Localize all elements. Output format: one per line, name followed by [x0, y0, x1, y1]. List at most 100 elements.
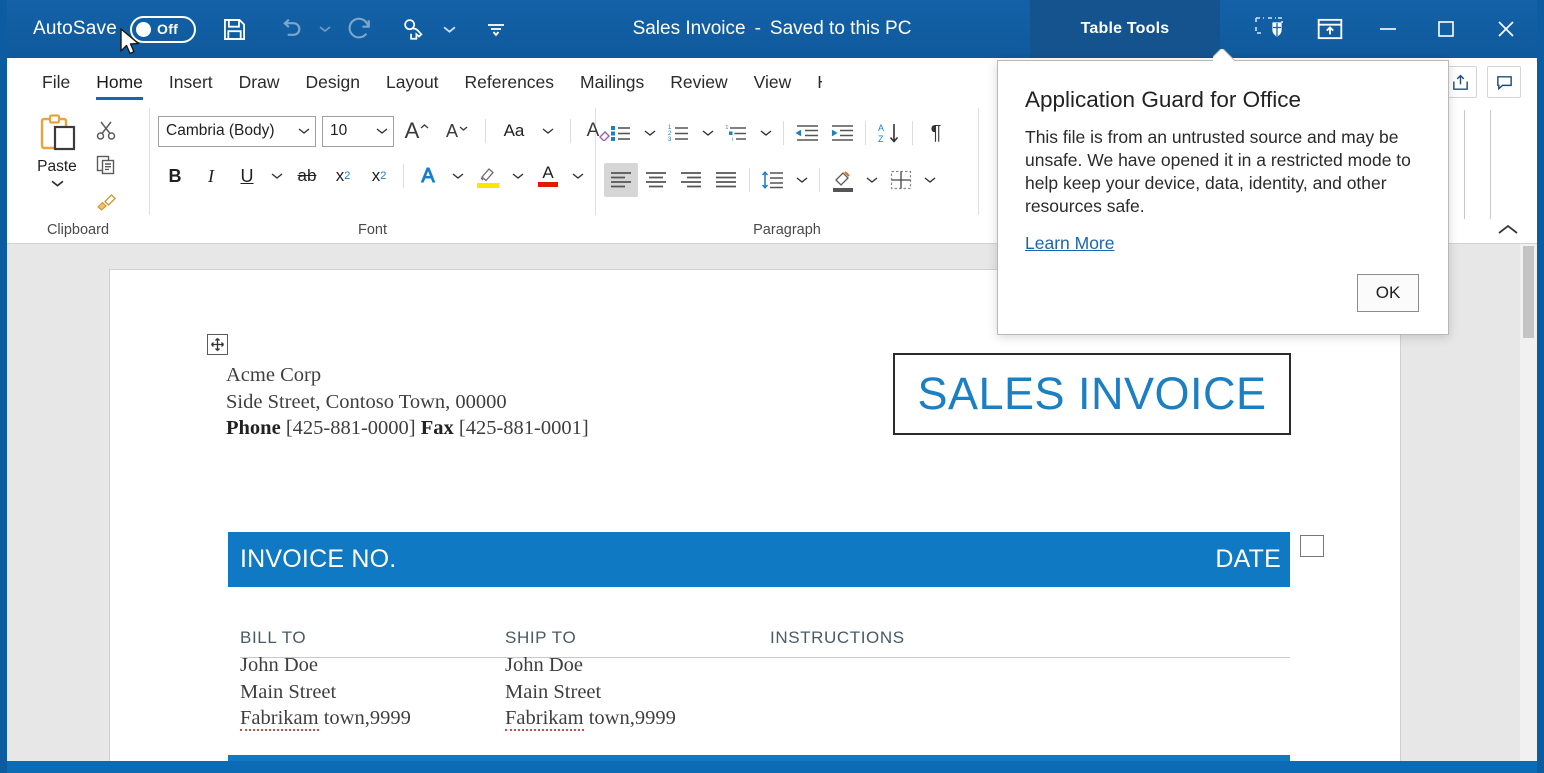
undo-icon[interactable]	[268, 7, 312, 51]
bold-button[interactable]: B	[158, 159, 192, 193]
text-highlight-color-button[interactable]	[471, 159, 505, 193]
application-guard-dialog[interactable]: Application Guard for Office This file i…	[997, 60, 1449, 335]
phone-value: [425-881-0000]	[285, 417, 416, 439]
ship-to-city-line: Fabrikam town,9999	[505, 705, 770, 732]
font-name-chevron-down-icon	[298, 128, 310, 134]
invoice-title-box[interactable]: SALES INVOICE	[893, 353, 1291, 435]
paste-button[interactable]: Paste	[25, 108, 89, 193]
justify-button[interactable]	[709, 163, 743, 197]
document-page[interactable]: Acme Corp Side Street, Contoso Town, 000…	[110, 270, 1400, 773]
tab-insert[interactable]: Insert	[156, 72, 226, 102]
comments-icon[interactable]	[1487, 66, 1521, 98]
bullets-button[interactable]	[604, 116, 638, 150]
decrease-indent-button[interactable]	[790, 116, 824, 150]
tab-design[interactable]: Design	[293, 72, 373, 102]
multilevel-list-button[interactable]: 1 i	[720, 116, 754, 150]
show-formatting-marks-button[interactable]: ¶	[919, 116, 953, 150]
strikethrough-button[interactable]: ab	[290, 159, 324, 193]
redo-icon[interactable]	[338, 7, 382, 51]
ribbon-display-options-icon[interactable]	[1301, 0, 1359, 58]
sort-button[interactable]: A Z	[872, 116, 906, 150]
format-painter-icon[interactable]	[89, 184, 123, 216]
tab-home[interactable]: Home	[83, 72, 156, 102]
date-label: DATE	[1215, 545, 1281, 573]
document-title: Sales Invoice	[632, 18, 746, 39]
company-block[interactable]: Acme Corp Side Street, Contoso Town, 000…	[226, 362, 589, 442]
ribbon-group-clipboard: Paste Clipboard	[7, 102, 149, 243]
table-move-handle[interactable]	[207, 334, 228, 355]
align-right-button[interactable]	[674, 163, 708, 197]
change-case-button[interactable]: Aa	[497, 114, 531, 148]
superscript-index: 2	[380, 170, 387, 182]
underline-button[interactable]: U	[230, 159, 264, 193]
table-resize-handle[interactable]	[1300, 535, 1324, 557]
font-color-button[interactable]: A	[531, 159, 565, 193]
paragraph-divider-1	[783, 121, 784, 145]
tab-mailings[interactable]: Mailings	[567, 72, 657, 102]
text-effects-button[interactable]: A	[411, 159, 445, 193]
grow-font-button[interactable]: A	[400, 114, 434, 148]
line-spacing-chevron-down-icon[interactable]	[791, 163, 813, 197]
tab-review[interactable]: Review	[657, 72, 740, 102]
address-table-body[interactable]: John Doe Main Street Fabrikam town,9999 …	[240, 652, 1290, 732]
application-guard-icon[interactable]	[1237, 0, 1301, 58]
font-name-value: Cambria (Body)	[166, 122, 275, 139]
paste-chevron-down-icon[interactable]	[51, 175, 64, 193]
font-divider-2	[570, 119, 571, 143]
tab-view[interactable]: View	[741, 72, 805, 102]
align-center-button[interactable]	[639, 163, 673, 197]
close-icon[interactable]	[1475, 0, 1537, 58]
tab-draw[interactable]: Draw	[226, 72, 293, 102]
collapse-ribbon-chevron-up-icon[interactable]	[1497, 223, 1519, 241]
copy-icon[interactable]	[89, 149, 123, 181]
learn-more-link[interactable]: Learn More	[1025, 233, 1115, 254]
numbering-chevron-down-icon[interactable]	[697, 116, 719, 150]
scrollbar-thumb[interactable]	[1523, 246, 1534, 338]
borders-chevron-down-icon[interactable]	[919, 163, 941, 197]
phone-label: Phone	[226, 417, 281, 439]
contextual-tab-table-tools[interactable]: Table Tools	[1030, 0, 1220, 58]
highlight-chevron-down-icon[interactable]	[507, 159, 529, 193]
numbering-button[interactable]: 1 2 3	[662, 116, 696, 150]
change-case-chevron-down-icon[interactable]	[537, 114, 559, 148]
increase-indent-button[interactable]	[825, 116, 859, 150]
font-size-chevron-down-icon	[376, 128, 388, 134]
bullets-chevron-down-icon[interactable]	[639, 116, 661, 150]
font-color-chevron-down-icon[interactable]	[567, 159, 589, 193]
ok-button[interactable]: OK	[1357, 274, 1419, 312]
font-size-combobox[interactable]: 10	[322, 115, 394, 147]
touch-mode-chevron-down-icon[interactable]	[438, 7, 460, 51]
borders-button[interactable]	[884, 163, 918, 197]
contextual-tab-label: Table Tools	[1080, 20, 1170, 37]
tab-references[interactable]: References	[452, 72, 568, 102]
shrink-font-button[interactable]: A	[440, 114, 474, 148]
align-left-button[interactable]	[604, 163, 638, 197]
ribbon-group-font: Cambria (Body) 10 A A Aa A B I U ab x 2 …	[150, 102, 611, 243]
underline-chevron-down-icon[interactable]	[266, 159, 288, 193]
superscript-button[interactable]: x 2	[362, 159, 396, 193]
minimize-icon[interactable]	[1359, 0, 1417, 58]
shading-chevron-down-icon[interactable]	[861, 163, 883, 197]
tab-layout[interactable]: Layout	[373, 72, 452, 102]
italic-button[interactable]: I	[194, 159, 228, 193]
maximize-icon[interactable]	[1417, 0, 1475, 58]
tab-help[interactable]: H	[804, 72, 822, 102]
touch-mode-icon[interactable]	[392, 7, 436, 51]
text-effects-chevron-down-icon[interactable]	[447, 159, 469, 193]
font-color-swatch	[538, 182, 558, 187]
subscript-button[interactable]: x 2	[326, 159, 360, 193]
font-name-combobox[interactable]: Cambria (Body)	[158, 115, 316, 147]
tab-file[interactable]: File	[29, 72, 83, 102]
undo-dropdown-chevron-down-icon[interactable]	[314, 7, 336, 51]
save-icon[interactable]	[212, 7, 256, 51]
vertical-scrollbar[interactable]	[1520, 244, 1537, 773]
line-spacing-button[interactable]	[756, 163, 790, 197]
dialog-body-text: This file is from an untrusted source an…	[1025, 127, 1411, 216]
customize-quick-access-toolbar-icon[interactable]	[474, 7, 518, 51]
pilcrow-icon: ¶	[930, 121, 942, 144]
invoice-header-band[interactable]: INVOICE NO. DATE	[228, 532, 1290, 587]
multilevel-chevron-down-icon[interactable]	[755, 116, 777, 150]
svg-text:i: i	[732, 137, 733, 143]
shading-button[interactable]	[826, 163, 860, 197]
cut-icon[interactable]	[89, 114, 123, 146]
